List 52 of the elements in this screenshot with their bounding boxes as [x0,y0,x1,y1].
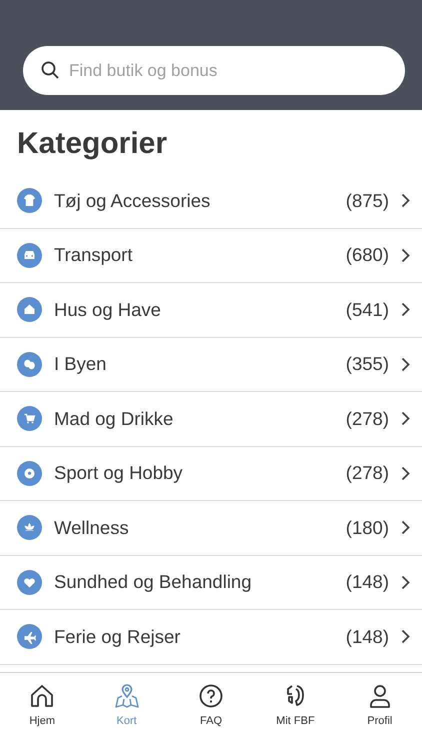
home-icon [29,683,56,709]
category-row[interactable]: Hus og Have (541) [0,283,422,338]
category-row[interactable]: Sport og Hobby (278) [0,446,422,501]
chevron-icon [401,248,410,263]
category-count: (355) [346,352,389,376]
category-row[interactable]: Ferie og Rejser (148) [0,610,422,664]
nav-tab[interactable]: Profil [338,683,422,750]
category-label: I Byen [54,352,108,376]
chevron-icon [401,466,410,481]
category-label: Wellness [54,516,130,540]
chevron-icon [401,411,410,426]
search-field[interactable]: Find butik og bonus [23,46,405,95]
category-count: (875) [346,188,389,213]
category-label: Hus og Have [54,298,162,322]
category-row[interactable]: Tøj og Accessories (875) [0,174,422,228]
category-count: (180) [346,516,389,540]
house-icon [17,297,42,322]
ball-icon [17,460,42,486]
lotus-icon [17,515,42,540]
category-row[interactable]: Wellness (180) [0,501,422,556]
nav-tab[interactable]: Hjem [0,683,84,750]
category-row[interactable]: Sundhed og Behandling (148) [0,556,422,610]
chevron-icon [401,356,410,372]
nav-tab[interactable]: Mit FBF [253,683,338,750]
category-count: (148) [346,624,389,649]
chevron-icon [401,520,410,536]
category-count: (148) [346,570,389,594]
category-label: Ferie og Rejser [54,624,182,649]
category-label: Transport [54,243,134,268]
airplane-icon [17,624,42,650]
category-row[interactable]: I Byen (355) [0,338,422,392]
cart-icon [17,406,42,432]
category-count: (278) [346,406,389,431]
chevron-icon [401,629,410,644]
chevron-icon [401,574,410,590]
nav-tab[interactable]: FAQ [168,683,254,750]
category-row[interactable]: Mad og Drikke (278) [0,392,422,446]
category-label: Sport og Hobby [54,461,184,486]
page-title: Kategorier [17,126,168,162]
category-label: Tøj og Accessories [54,188,212,213]
tshirt-icon [17,188,42,214]
category-label: Sundhed og Behandling [54,570,253,594]
category-count: (541) [346,298,389,322]
category-label: Mad og Drikke [54,406,174,431]
help-icon [198,683,224,709]
chevron-icon [401,193,410,208]
car-icon [17,242,42,268]
category-row[interactable]: Transport (680) [0,228,422,283]
category-count: (278) [346,461,389,486]
map-pin-icon [114,683,140,709]
category-count: (680) [346,243,389,268]
chevron-icon [401,302,410,318]
